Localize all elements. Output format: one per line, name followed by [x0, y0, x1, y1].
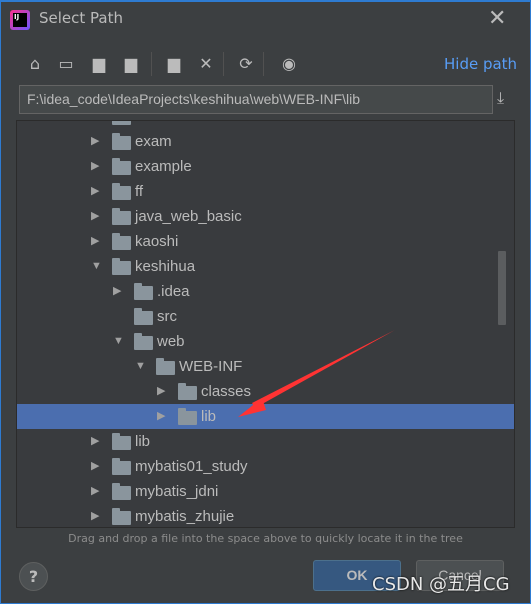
watermark: CSDN @五月CG	[372, 574, 510, 595]
folder-icon	[134, 333, 153, 350]
tree-row-label: .idea	[157, 283, 190, 300]
folder-icon	[112, 133, 131, 150]
folder-icon	[112, 158, 131, 175]
collapsed-arrow-icon[interactable]: ▶	[91, 454, 99, 479]
desktop-icon[interactable]: ▭	[56, 54, 76, 74]
tree-row-label: ff	[135, 183, 144, 200]
tree-row-label: WEB-INF	[179, 358, 243, 375]
tree-row[interactable]: src	[17, 304, 514, 329]
tree-row-label: src	[157, 308, 177, 325]
tree-row-label: kaoshi	[135, 233, 179, 250]
folder-icon	[134, 283, 153, 300]
folder-icon	[112, 208, 131, 225]
folder-icon	[112, 483, 131, 500]
tree-row-label: java_web_basic	[135, 208, 242, 225]
tree-row[interactable]: ▶ example	[17, 154, 514, 179]
tree-row-label: lib	[201, 408, 217, 425]
tree-row-label: keshihua	[135, 258, 196, 275]
expanded-arrow-icon[interactable]: ▼	[113, 329, 124, 354]
download-icon[interactable]: ⤓	[497, 88, 504, 108]
folder-icon	[112, 121, 131, 125]
dialog-title: Select Path	[39, 9, 123, 27]
folder-icon	[112, 458, 131, 475]
tree-row[interactable]: ▶	[17, 121, 514, 129]
tree-scrollbar[interactable]	[498, 251, 506, 325]
tree-row-label: web	[157, 333, 185, 350]
folder-icon	[112, 433, 131, 450]
drag-drop-hint: Drag and drop a file into the space abov…	[68, 532, 463, 545]
close-icon[interactable]: ✕	[488, 6, 506, 31]
toolbar-separator	[151, 52, 152, 76]
expanded-arrow-icon[interactable]: ▼	[91, 254, 102, 279]
folder-icon	[112, 233, 131, 250]
delete-icon[interactable]: ✕	[196, 54, 216, 74]
tree-row-label: lib	[135, 433, 151, 450]
collapsed-arrow-icon[interactable]: ▶	[91, 479, 99, 504]
tree-row-label: mybatis_jdni	[135, 483, 219, 500]
home-icon[interactable]: ⌂	[25, 54, 45, 74]
folder-icon	[112, 183, 131, 200]
tree-row[interactable]: ▶ lib	[17, 404, 514, 429]
collapsed-arrow-icon[interactable]: ▶	[113, 279, 121, 304]
tree-row[interactable]: ▼ web	[17, 329, 514, 354]
tree-row[interactable]: ▶ lib	[17, 429, 514, 454]
tree-row[interactable]: ▶ java_web_basic	[17, 204, 514, 229]
show-hidden-icon[interactable]: ◉	[279, 54, 299, 74]
tree-row[interactable]: ▶ mybatis_jdni	[17, 479, 514, 504]
collapsed-arrow-icon[interactable]: ▶	[91, 154, 99, 179]
tree-row[interactable]: ▶ kaoshi	[17, 229, 514, 254]
tree-row[interactable]: ▶ .idea	[17, 279, 514, 304]
intellij-logo-icon: IJ	[10, 10, 30, 30]
collapsed-arrow-icon[interactable]: ▶	[91, 179, 99, 204]
collapsed-arrow-icon[interactable]: ▶	[157, 379, 165, 404]
tree-row[interactable]: ▶ mybatis01_study	[17, 454, 514, 479]
tree-row-label: mybatis01_study	[135, 458, 248, 475]
folder-icon	[112, 508, 131, 525]
file-tree[interactable]: ▶▶exam▶example▶ff▶java_web_basic▶kaoshi▼…	[16, 120, 515, 528]
collapsed-arrow-icon[interactable]: ▶	[91, 429, 99, 454]
tree-row[interactable]: ▶ classes	[17, 379, 514, 404]
folder-icon	[112, 258, 131, 275]
path-input[interactable]: F:\idea_code\IdeaProjects\keshihua\web\W…	[19, 85, 493, 114]
collapsed-arrow-icon[interactable]: ▶	[91, 204, 99, 229]
collapsed-arrow-icon[interactable]: ▶	[157, 404, 165, 429]
collapsed-arrow-icon[interactable]: ▶	[91, 229, 99, 254]
toolbar-separator	[223, 52, 224, 76]
collapsed-arrow-icon[interactable]: ▶	[91, 121, 99, 129]
collapsed-arrow-icon[interactable]: ▶	[91, 504, 99, 527]
folder-icon	[134, 308, 153, 325]
tree-row[interactable]: ▶ mybatis_zhujie	[17, 504, 514, 527]
help-button[interactable]: ?	[19, 562, 48, 591]
tree-row[interactable]: ▼ WEB-INF	[17, 354, 514, 379]
tree-row-label: example	[135, 158, 192, 175]
tree-row-label: classes	[201, 383, 252, 400]
toolbar-separator	[263, 52, 264, 76]
folder-icon	[178, 383, 197, 400]
tree-row[interactable]: ▶ exam	[17, 129, 514, 154]
tree-row-label: mybatis_zhujie	[135, 508, 235, 525]
folder-icon	[156, 358, 175, 375]
hide-path-link[interactable]: Hide path	[444, 55, 517, 73]
collapsed-arrow-icon[interactable]: ▶	[91, 129, 99, 154]
tree-row-label: exam	[135, 133, 172, 150]
folder-icon	[178, 408, 197, 425]
tree-row[interactable]: ▼ keshihua	[17, 254, 514, 279]
project-folder-icon[interactable]: ▆	[89, 54, 109, 74]
tree-row[interactable]: ▶ ff	[17, 179, 514, 204]
expanded-arrow-icon[interactable]: ▼	[135, 354, 146, 379]
refresh-icon[interactable]: ⟳	[236, 54, 256, 74]
module-folder-icon[interactable]: ▆	[121, 54, 141, 74]
new-folder-icon[interactable]: ▆	[164, 54, 184, 74]
